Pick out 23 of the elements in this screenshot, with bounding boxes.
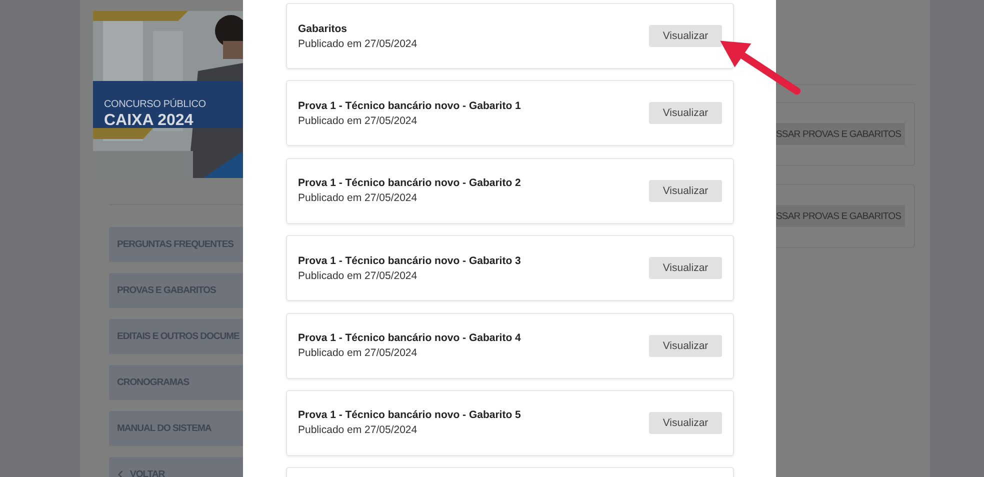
access-button[interactable]: SSAR PROVAS E GABARITOS <box>776 205 906 227</box>
publish-date: Publicado em 27/05/2024 <box>298 114 418 127</box>
view-button[interactable]: Visualizar <box>649 25 722 47</box>
item-title: Gabaritos <box>298 22 348 34</box>
chevron-left-icon <box>117 470 124 477</box>
publish-date: Publicado em 27/05/2024 <box>298 192 418 204</box>
publish-date: Publicado em 27/05/2024 <box>298 38 418 50</box>
publish-date: Publicado em 27/05/2024 <box>298 424 418 436</box>
access-button[interactable]: SSAR PROVAS E GABARITOS <box>776 123 906 145</box>
banner-title: CAIXA 2024 <box>104 111 194 130</box>
item-title: Prova 1 - Técnico bancário novo - Gabarito 5 <box>298 409 521 422</box>
view-button[interactable]: Visualizar <box>649 334 722 357</box>
item-title: Prova 1 - Técnico bancário novo - Gabarito 4 <box>298 332 521 344</box>
item-title: Prova 1 - Técnico bancário novo - Gabarito 1 <box>298 100 521 112</box>
view-button[interactable]: Visualizar <box>649 180 722 202</box>
view-button[interactable]: Visualizar <box>649 257 722 280</box>
publish-date: Publicado em 27/05/2024 <box>298 270 418 282</box>
item-title: Prova 1 - Técnico bancário novo - Gabarito 3 <box>298 254 521 267</box>
publish-date: Publicado em 27/05/2024 <box>298 347 418 360</box>
view-button[interactable]: Visualizar <box>649 102 722 124</box>
item-title: Prova 1 - Técnico bancário novo - Gabarito 2 <box>298 177 521 190</box>
banner-subtitle: CONCURSO PÚBLICO <box>104 99 206 111</box>
view-button[interactable]: Visualizar <box>649 412 722 434</box>
